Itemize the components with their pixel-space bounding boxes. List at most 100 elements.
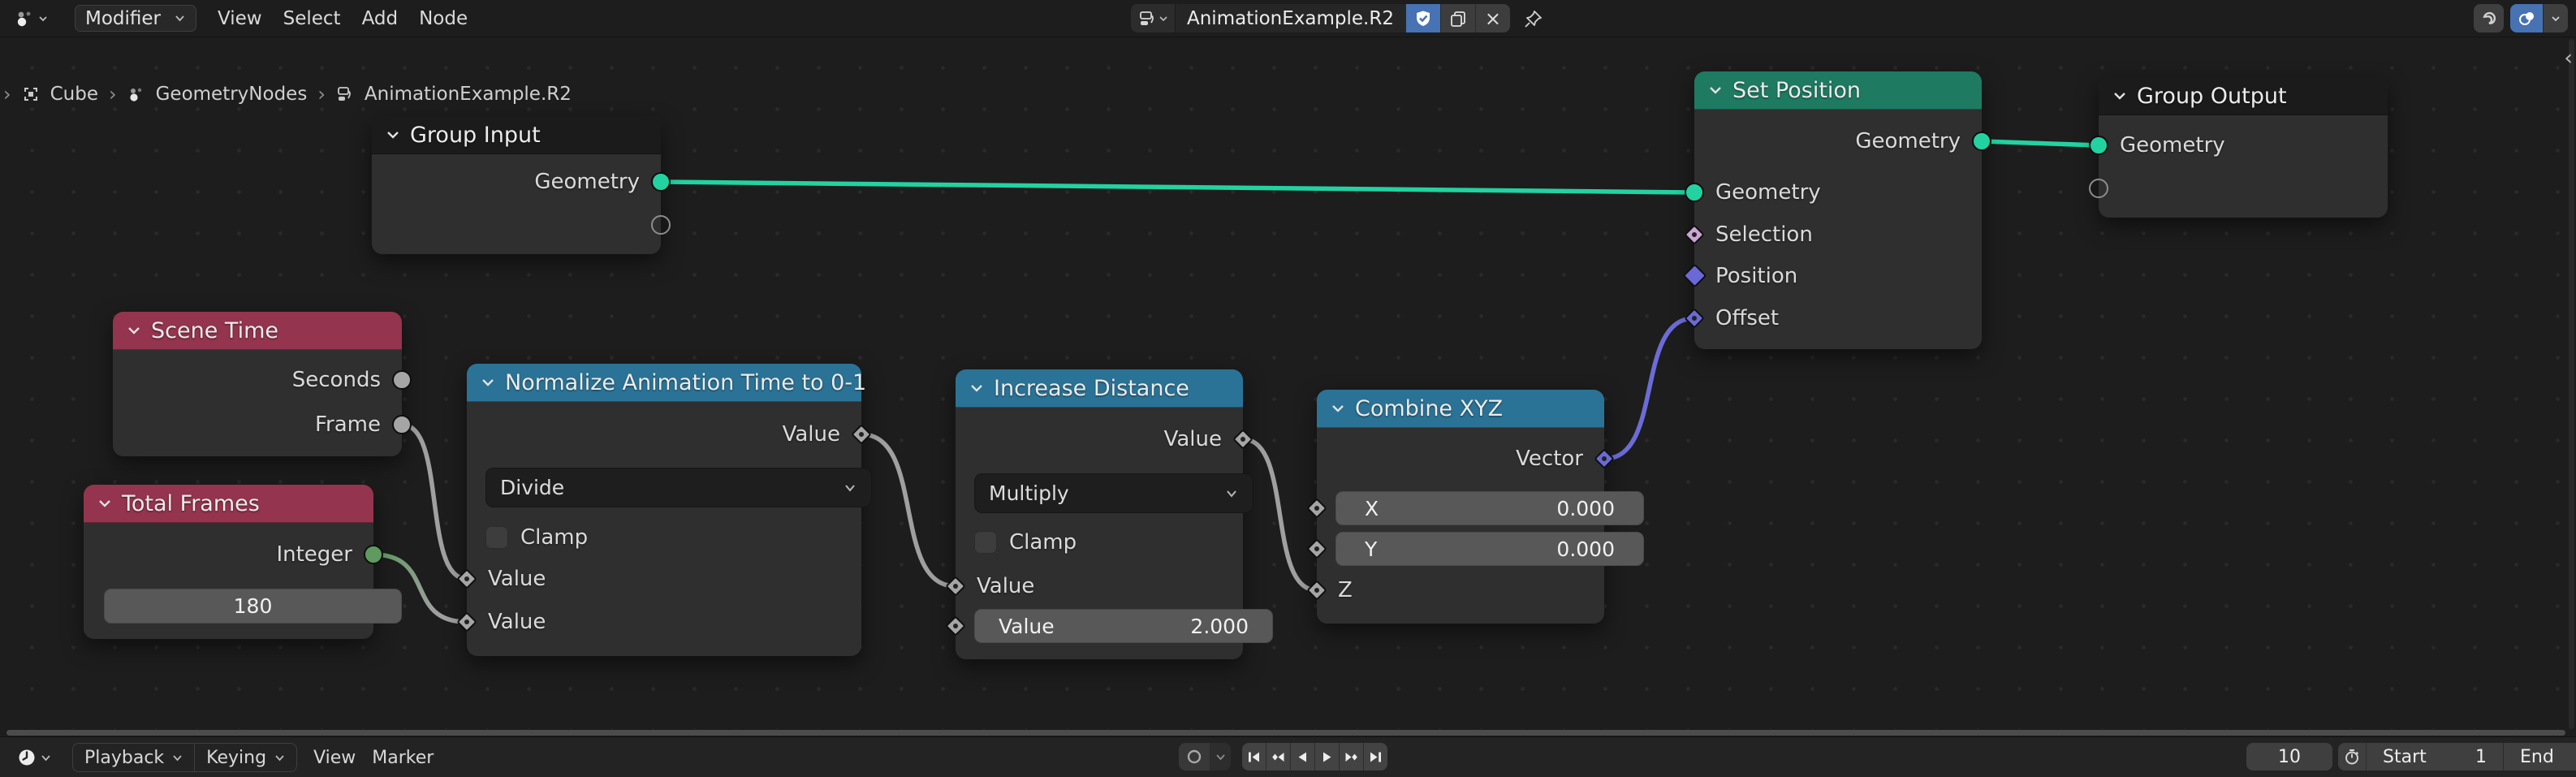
input-label: Geometry <box>2120 133 2225 158</box>
node-set-position[interactable]: Set Position Geometry Geometry Selection… <box>1694 71 1982 349</box>
start-label: Start <box>2383 747 2427 767</box>
node-group-input[interactable]: Group Input Geometry <box>372 116 661 254</box>
browse-node-tree-button[interactable] <box>1131 4 1175 32</box>
sidebar-collapse-chevron[interactable]: ‹ <box>2564 45 2573 71</box>
node-editor-canvas[interactable]: › Cube › GeometryNodes › AnimationExampl… <box>0 37 2576 729</box>
preview-range-button[interactable] <box>2338 743 2366 771</box>
clamp-checkbox[interactable] <box>485 526 508 549</box>
socket-integer-output[interactable] <box>364 545 383 564</box>
play-button[interactable] <box>1314 743 1339 771</box>
auto-key-options-dropdown[interactable] <box>1210 743 1231 771</box>
menu-view[interactable]: View <box>218 8 262 29</box>
socket-geometry-output[interactable] <box>1972 132 1991 151</box>
play-reverse-button[interactable] <box>1290 743 1314 771</box>
unlink-button[interactable]: × <box>1475 4 1510 32</box>
current-frame-field[interactable]: 10 <box>2246 743 2332 771</box>
jump-to-end-button[interactable] <box>1363 743 1387 771</box>
node-header[interactable]: Set Position <box>1694 71 1982 110</box>
socket-frame-output[interactable] <box>392 415 412 434</box>
snap-options-dropdown[interactable] <box>2543 4 2568 32</box>
menu-add[interactable]: Add <box>362 8 399 29</box>
collapse-chevron-icon[interactable] <box>2112 88 2128 104</box>
collapse-chevron-icon[interactable] <box>1707 82 1724 98</box>
new-copy-button[interactable] <box>1440 4 1475 32</box>
input-label: Value <box>488 567 546 591</box>
socket-geometry-input[interactable] <box>2089 136 2108 155</box>
field-label: Y <box>1365 537 1377 561</box>
menu-keying[interactable]: Keying <box>194 744 296 771</box>
node-increase-distance[interactable]: Increase Distance Value Multiply Clamp V… <box>956 369 1243 659</box>
shader-type-dropdown[interactable]: Modifier <box>75 5 196 32</box>
input-label: Selection <box>1715 222 1813 247</box>
vertical-scrollbar[interactable] <box>2569 39 2574 729</box>
breadcrumb-modifier[interactable]: GeometryNodes <box>156 84 308 105</box>
node-header[interactable]: Group Input <box>372 116 661 154</box>
input-label: Offset <box>1715 306 1779 330</box>
menu-select[interactable]: Select <box>283 8 341 29</box>
snap-target-icon <box>2517 9 2536 28</box>
socket-virtual[interactable] <box>2089 179 2108 198</box>
collapse-chevron-icon[interactable] <box>969 380 985 396</box>
collapse-chevron-icon[interactable] <box>1330 400 1346 417</box>
start-frame-field[interactable]: Start 1 <box>2366 743 2503 771</box>
node-tree-name-field[interactable]: AnimationExample.R2 <box>1175 4 1405 32</box>
menu-view[interactable]: View <box>313 748 356 768</box>
node-normalize-animation-time[interactable]: Normalize Animation Time to 0-1 Value Di… <box>467 364 861 656</box>
x-number-field[interactable]: X 0.000 <box>1335 491 1644 525</box>
collapse-chevron-icon[interactable] <box>97 495 113 512</box>
node-title: Normalize Animation Time to 0-1 <box>505 370 866 395</box>
snap-target-group <box>2510 4 2568 32</box>
node-scene-time[interactable]: Scene Time Seconds Frame <box>113 312 402 456</box>
editor-type-button[interactable] <box>10 6 54 31</box>
node-header[interactable]: Scene Time <box>113 312 402 350</box>
node-header[interactable]: Normalize Animation Time to 0-1 <box>467 364 861 402</box>
integer-value-field[interactable]: 180 <box>104 589 402 624</box>
operation-dropdown[interactable]: Multiply <box>974 473 1253 513</box>
menu-node[interactable]: Node <box>419 8 468 29</box>
node-total-frames[interactable]: Total Frames Integer 180 <box>84 485 373 639</box>
output-label: Value <box>783 422 840 447</box>
node-combine-xyz[interactable]: Combine XYZ Vector X 0.000 Y 0.000 Z <box>1317 390 1604 624</box>
input-label: Position <box>1715 264 1797 288</box>
collapse-chevron-icon[interactable] <box>385 127 401 143</box>
wire-setposition-groupoutput <box>1982 141 2099 145</box>
socket-seconds-output[interactable] <box>392 370 412 390</box>
y-number-field[interactable]: Y 0.000 <box>1335 532 1644 566</box>
node-header[interactable]: Combine XYZ <box>1317 390 1604 428</box>
current-frame-value: 10 <box>2278 747 2301 767</box>
fake-user-toggle[interactable] <box>1405 4 1440 32</box>
menu-playback[interactable]: Playback <box>73 744 194 771</box>
menu-marker[interactable]: Marker <box>372 748 434 768</box>
playback-controls <box>1242 743 1387 771</box>
node-group-output[interactable]: Group Output Geometry <box>2099 77 2388 218</box>
end-frame-field[interactable]: End 180 <box>2503 743 2576 771</box>
breadcrumb-collapse-chevron[interactable]: › <box>3 83 11 106</box>
shader-type-label: Modifier <box>85 8 161 29</box>
next-keyframe-button[interactable] <box>1339 743 1363 771</box>
socket-virtual[interactable] <box>651 215 671 235</box>
snap-target-button[interactable] <box>2510 4 2543 32</box>
clamp-checkbox[interactable] <box>974 531 997 554</box>
breadcrumb-object[interactable]: Cube <box>50 84 98 105</box>
operation-value: Divide <box>500 476 564 499</box>
previous-keyframe-button[interactable] <box>1266 743 1290 771</box>
socket-geometry-output[interactable] <box>651 172 671 192</box>
pin-button[interactable] <box>1523 8 1544 29</box>
value-number-field[interactable]: Value 2.000 <box>974 609 1273 643</box>
timeline-editor-type-button[interactable] <box>11 745 56 771</box>
node-tree-name: AnimationExample.R2 <box>1187 8 1394 29</box>
snap-toggle-button[interactable] <box>2474 4 2504 32</box>
horizontal-scrollbar[interactable] <box>6 730 2565 736</box>
collapse-chevron-icon[interactable] <box>126 322 142 339</box>
node-header[interactable]: Increase Distance <box>956 369 1243 408</box>
node-header[interactable]: Group Output <box>2099 77 2388 115</box>
breadcrumb-node-group[interactable]: AnimationExample.R2 <box>365 84 572 105</box>
auto-key-button[interactable] <box>1179 743 1210 771</box>
node-header[interactable]: Total Frames <box>84 485 373 523</box>
socket-geometry-input[interactable] <box>1685 183 1704 202</box>
node-title: Scene Time <box>151 318 278 343</box>
collapse-chevron-icon[interactable] <box>480 374 496 391</box>
field-value: 2.000 <box>1190 615 1249 638</box>
jump-to-start-button[interactable] <box>1242 743 1266 771</box>
operation-dropdown[interactable]: Divide <box>485 468 872 507</box>
